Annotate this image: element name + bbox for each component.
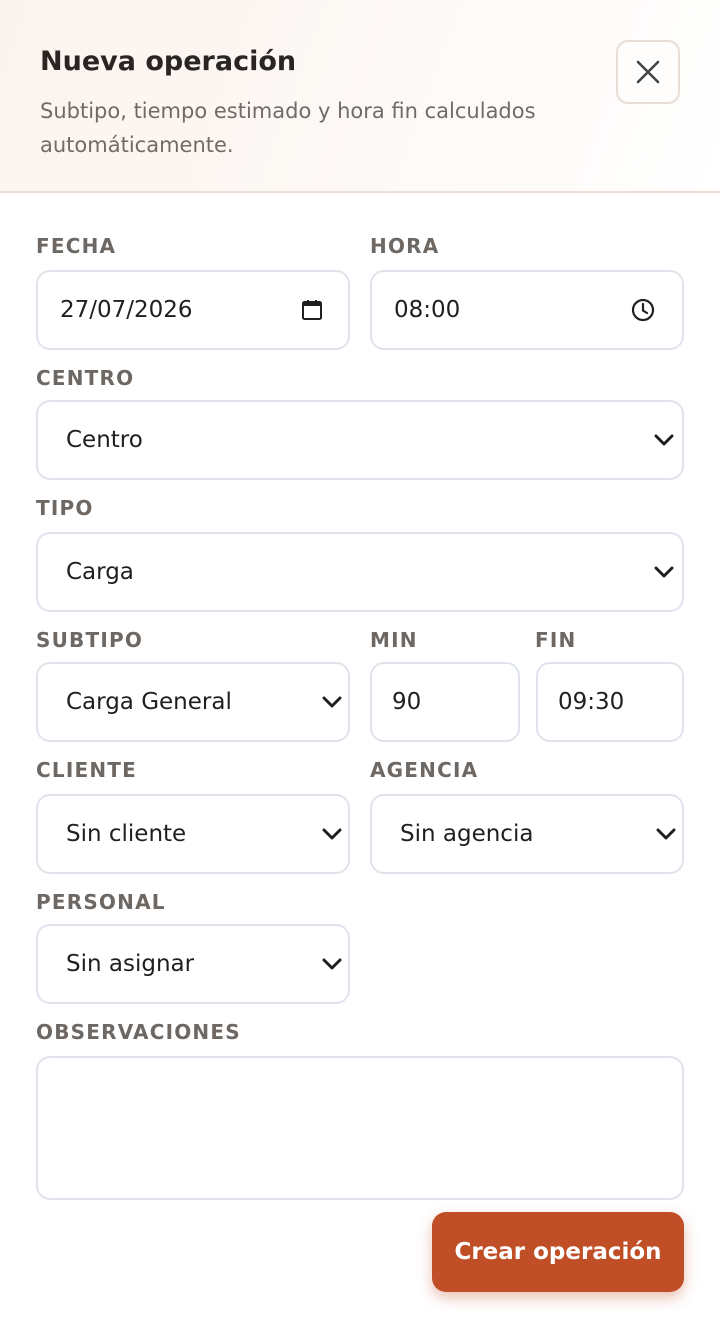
observaciones-label: OBSERVACIONES xyxy=(36,1020,241,1044)
tipo-select[interactable]: Carga xyxy=(36,532,684,612)
modal-header: Nueva operación Subtipo, tiempo estimado… xyxy=(0,0,720,193)
min-input[interactable]: 90 xyxy=(370,662,520,742)
chevron-down-icon xyxy=(654,434,674,446)
modal-title: Nueva operación xyxy=(40,46,297,77)
subtipo-select[interactable]: Carga General xyxy=(36,662,350,742)
chevron-down-icon xyxy=(322,958,342,970)
fecha-value: 27/07/2026 xyxy=(60,297,193,323)
chevron-down-icon xyxy=(322,696,342,708)
cliente-select[interactable]: Sin cliente xyxy=(36,794,350,874)
centro-value: Centro xyxy=(66,427,143,453)
submit-label: Crear operación xyxy=(454,1239,662,1265)
observaciones-textarea[interactable] xyxy=(36,1056,684,1200)
centro-select[interactable]: Centro xyxy=(36,400,684,480)
fin-value: 09:30 xyxy=(558,689,625,715)
tipo-value: Carga xyxy=(66,559,134,585)
subtipo-value: Carga General xyxy=(66,689,232,715)
chevron-down-icon xyxy=(656,828,676,840)
cliente-label: CLIENTE xyxy=(36,758,137,782)
min-value: 90 xyxy=(392,689,422,715)
personal-label: PERSONAL xyxy=(36,890,166,914)
cliente-value: Sin cliente xyxy=(66,821,187,847)
chevron-down-icon xyxy=(654,566,674,578)
centro-label: CENTRO xyxy=(36,366,135,390)
personal-select[interactable]: Sin asignar xyxy=(36,924,350,1004)
subtipo-label: SUBTIPO xyxy=(36,628,144,652)
modal-subtitle: Subtipo, tiempo estimado y hora fin calc… xyxy=(40,99,536,157)
close-icon xyxy=(636,60,660,84)
chevron-down-icon xyxy=(322,828,342,840)
agencia-label: AGENCIA xyxy=(370,758,479,782)
agencia-select[interactable]: Sin agencia xyxy=(370,794,684,874)
close-button[interactable] xyxy=(616,40,680,104)
hora-label: HORA xyxy=(370,234,440,258)
crear-operacion-button[interactable]: Crear operación xyxy=(432,1212,684,1292)
fin-label: FIN xyxy=(535,628,577,652)
fin-input[interactable]: 09:30 xyxy=(536,662,684,742)
hora-input[interactable]: 08:00 xyxy=(370,270,684,350)
hora-value: 08:00 xyxy=(394,297,461,323)
clock-icon[interactable] xyxy=(630,297,656,323)
tipo-label: TIPO xyxy=(36,496,94,520)
calendar-icon[interactable] xyxy=(300,298,324,322)
agencia-value: Sin agencia xyxy=(400,821,534,847)
fecha-label: FECHA xyxy=(36,234,117,258)
fecha-input[interactable]: 27/07/2026 xyxy=(36,270,350,350)
min-label: MIN xyxy=(370,628,418,652)
personal-value: Sin asignar xyxy=(66,951,195,977)
